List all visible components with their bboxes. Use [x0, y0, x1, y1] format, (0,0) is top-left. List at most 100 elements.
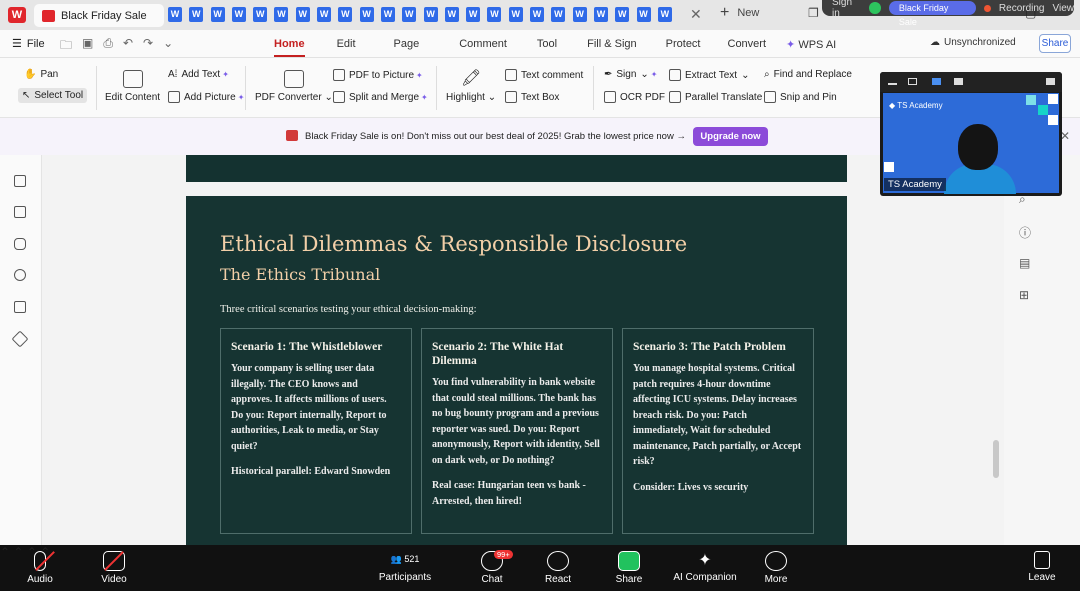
wps-logo-icon[interactable]: W: [8, 7, 26, 23]
recording-label[interactable]: Recording: [999, 3, 1045, 14]
close-tab-icon[interactable]: ✕: [690, 6, 702, 23]
doc-tab[interactable]: W: [572, 7, 587, 22]
doc-tab[interactable]: W: [231, 7, 246, 22]
tab-edit[interactable]: Edit: [337, 38, 356, 51]
sign-in-link[interactable]: Sign in: [832, 0, 861, 19]
text-box-button[interactable]: Text Box: [505, 91, 559, 103]
edit-content-button[interactable]: Edit Content: [105, 70, 160, 103]
meeting-title-pill[interactable]: Black Friday Sale: [888, 1, 977, 27]
doc-tab[interactable]: W: [295, 7, 310, 22]
doc-tab[interactable]: W: [359, 7, 374, 22]
expand-icon[interactable]: [1046, 78, 1055, 85]
select-tool-button[interactable]: ↖ Select Tool: [18, 88, 88, 103]
muted-slash: [104, 551, 124, 571]
find-replace-button[interactable]: ⌕ Find and Replace: [764, 69, 852, 80]
tab-wps-ai[interactable]: ✦ WPS AI: [786, 38, 836, 51]
gallery-view-icon[interactable]: [954, 78, 963, 85]
redo-icon[interactable]: ↷: [143, 36, 153, 57]
ocr-pdf-button[interactable]: OCR PDF: [604, 91, 665, 103]
doc-tab[interactable]: W: [466, 7, 481, 22]
doc-tab[interactable]: W: [551, 7, 566, 22]
share-button[interactable]: Share: [1039, 34, 1071, 53]
vertical-scrollbar[interactable]: [993, 440, 999, 478]
doc-tab[interactable]: W: [444, 7, 459, 22]
doc-tab[interactable]: W: [423, 7, 438, 22]
tab-tool[interactable]: Tool: [537, 38, 557, 51]
previous-page: [186, 155, 847, 182]
pdf-to-picture-button[interactable]: PDF to Picture ✦: [333, 69, 423, 81]
restore-icon[interactable]: [908, 78, 917, 85]
tab-protect[interactable]: Protect: [666, 38, 701, 51]
tab-black-friday-sale[interactable]: Black Friday Sale: [34, 4, 164, 27]
save-icon[interactable]: ▣: [82, 36, 93, 57]
more-button[interactable]: More: [758, 545, 794, 591]
doc-tab[interactable]: W: [380, 7, 395, 22]
bookmark-icon[interactable]: [14, 175, 26, 187]
doc-tab[interactable]: W: [593, 7, 608, 22]
doc-tab[interactable]: W: [487, 7, 502, 22]
tab-page[interactable]: Page: [394, 38, 420, 51]
undo-icon[interactable]: ↶: [123, 36, 133, 57]
pan-button[interactable]: ✋ Pan: [24, 69, 58, 80]
doc-tab[interactable]: W: [657, 7, 672, 22]
doc-tab[interactable]: W: [615, 7, 630, 22]
bookmark-edit-icon[interactable]: ▤: [1019, 256, 1030, 270]
doc-tab[interactable]: W: [168, 7, 182, 22]
doc-tab[interactable]: W: [530, 7, 545, 22]
audio-button[interactable]: Audio: [22, 545, 58, 591]
pan-label: Pan: [40, 69, 59, 80]
doc-tab[interactable]: W: [317, 7, 332, 22]
sync-status[interactable]: ☁ Unsynchronized: [930, 37, 1016, 48]
tab-comment[interactable]: Comment: [459, 38, 507, 51]
snip-pin-button[interactable]: Snip and Pin: [764, 91, 837, 103]
leave-button[interactable]: Leave: [1026, 545, 1058, 591]
new-tab-button[interactable]: + New: [720, 5, 759, 21]
react-label: React: [544, 574, 572, 585]
add-picture-button[interactable]: Add Picture ✦: [168, 91, 244, 103]
grid-icon[interactable]: ⊞: [1019, 288, 1029, 302]
participants-button[interactable]: 👥 521 Participants: [376, 545, 434, 591]
ai-companion-button[interactable]: ✦ AI Companion: [672, 545, 738, 591]
comments-icon[interactable]: [14, 238, 26, 250]
signature-icon[interactable]: [14, 301, 26, 313]
highlight-button[interactable]: 🖍 Highlight ⌄: [446, 70, 496, 103]
upgrade-now-button[interactable]: Upgrade now: [693, 127, 768, 146]
pdf-converter-button[interactable]: PDF Converter ⌄: [255, 70, 333, 103]
view-menu[interactable]: View: [1053, 3, 1075, 14]
speaker-view-icon[interactable]: [932, 78, 941, 85]
react-button[interactable]: React: [540, 545, 576, 591]
doc-tab[interactable]: W: [189, 7, 204, 22]
doc-tab[interactable]: W: [274, 7, 289, 22]
doc-tab[interactable]: W: [636, 7, 651, 22]
doc-tab[interactable]: W: [210, 7, 225, 22]
split-merge-button[interactable]: Split and Merge ✦: [333, 91, 428, 103]
open-folder-icon[interactable]: 🗀: [60, 36, 72, 57]
print-icon[interactable]: ⎙: [103, 36, 113, 57]
restore-window-icon[interactable]: ❐: [808, 6, 819, 20]
minimize-icon[interactable]: [888, 83, 897, 85]
doc-tab[interactable]: W: [253, 7, 268, 22]
thumbnails-icon[interactable]: [14, 206, 26, 218]
add-text-button[interactable]: A⁞ Add Text ✦: [168, 69, 229, 80]
doc-tab[interactable]: W: [338, 7, 353, 22]
attachment-icon[interactable]: [14, 269, 26, 281]
parallel-translate-button[interactable]: Parallel Translate: [669, 91, 762, 103]
doc-tab[interactable]: W: [508, 7, 523, 22]
layers-icon[interactable]: [11, 330, 29, 348]
doc-tab[interactable]: W: [402, 7, 417, 22]
brand-watermark: ◆ TS Academy: [889, 101, 943, 110]
video-button[interactable]: Video: [96, 545, 132, 591]
tab-home[interactable]: Home: [274, 38, 305, 57]
text-comment-button[interactable]: Text comment: [505, 69, 583, 81]
extract-text-button[interactable]: Extract Text ⌄: [669, 69, 749, 81]
share-screen-button[interactable]: Share: [611, 545, 647, 591]
chevron-down-icon[interactable]: ⌄: [163, 36, 173, 57]
sign-button[interactable]: ✒ Sign ⌄ ✦: [604, 69, 658, 80]
tab-fill-sign[interactable]: Fill & Sign: [587, 38, 637, 51]
tab-convert[interactable]: Convert: [728, 38, 767, 51]
participants-count: 521: [404, 554, 420, 564]
file-menu[interactable]: ☰ File: [12, 37, 45, 51]
scenario-body: Your company is selling user data illega…: [231, 363, 387, 452]
chevron-up-icon[interactable]: ⌃: [0, 545, 10, 559]
help-icon[interactable]: ⓘ: [1019, 224, 1031, 241]
